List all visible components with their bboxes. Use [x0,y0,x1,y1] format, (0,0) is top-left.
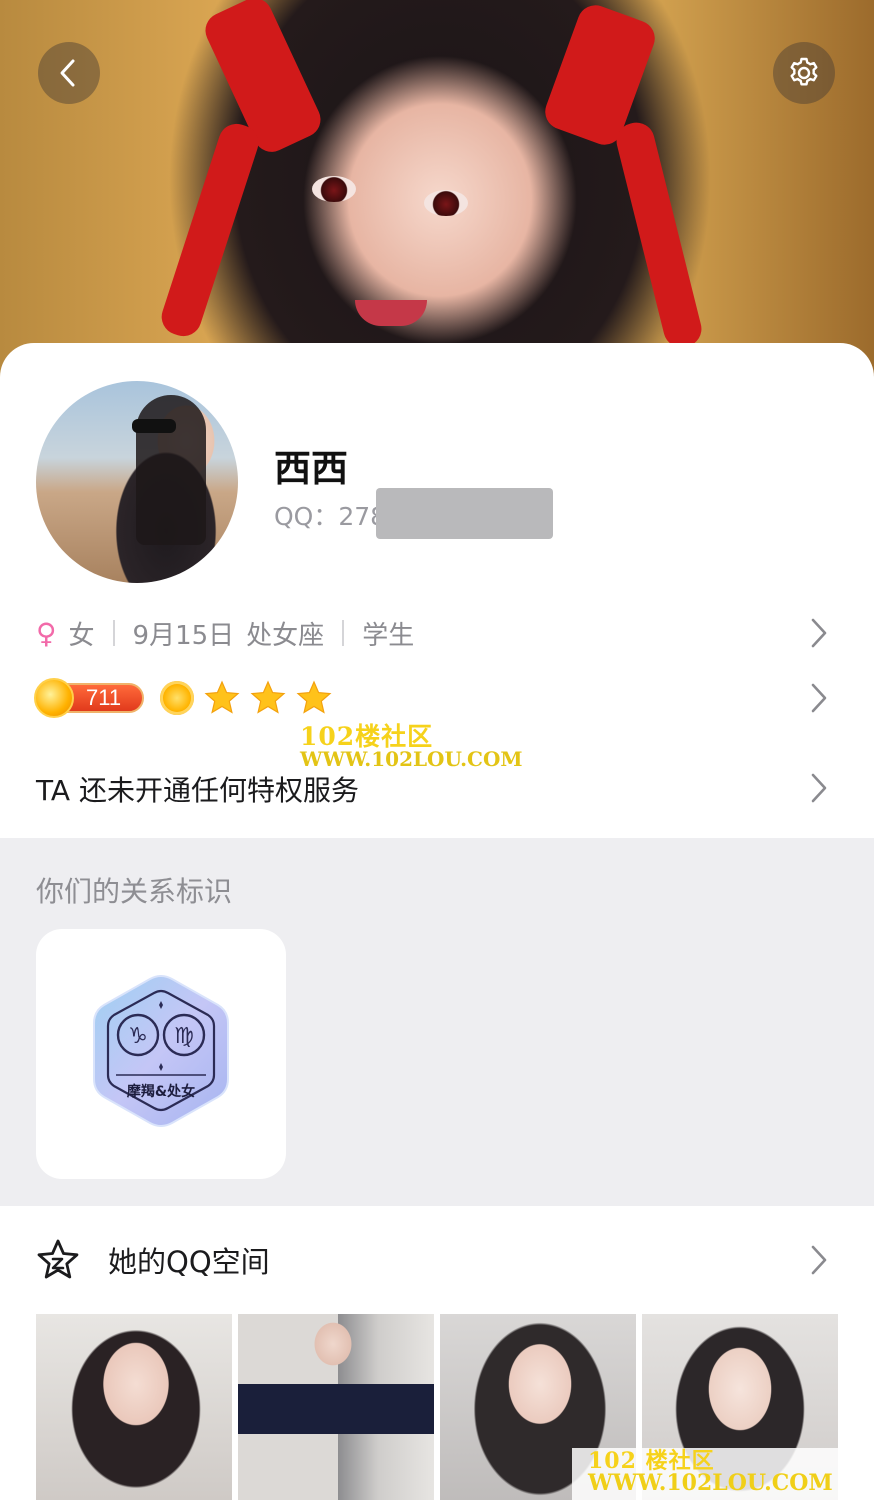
qzone-photo[interactable] [36,1314,232,1500]
watermark-bottom: 102 楼社区 WWW.102LOU.COM [572,1448,874,1500]
ribbon-left [199,0,327,158]
profile-card: 西西 QQ：278 ♀ 女 9月15日 处女座 学生 711 102楼社区 WW… [0,343,874,838]
relationship-title: 你们的关系标识 [36,875,233,908]
watermark-line1: 102楼社区 [300,722,434,751]
avatar[interactable] [36,381,238,583]
occupation-text: 学生 [362,620,415,651]
star-icon [250,680,286,714]
relationship-badge-card[interactable]: ♑ ♍ 摩羯&处女 [36,929,286,1179]
zodiac-text: 处女座 [246,620,325,651]
chevron-right-icon[interactable] [808,1243,830,1277]
cover-eye-left [312,176,356,202]
qq-level-row[interactable]: 711 [34,678,332,718]
watermark-bottom-line2: WWW.102LOU.COM [588,1470,833,1496]
watermark: 102楼社区 WWW.102LOU.COM [300,724,523,769]
chevron-left-icon [60,59,75,87]
zodiac-badge-icon: ♑ ♍ 摩羯&处女 [93,975,229,1127]
qzone-star-icon [37,1239,79,1279]
star-icon [296,680,332,714]
settings-button[interactable] [773,42,835,104]
birthday-text: 9月15日 [132,620,235,651]
gender-text: 女 [68,620,95,651]
qzone-photo[interactable] [238,1314,434,1500]
qq-number: QQ：278 [274,502,387,531]
avatar-sunglasses [132,419,176,433]
ribbon-right-tail [612,118,706,352]
watermark-bottom-line1: 102 楼社区 [588,1448,715,1474]
chevron-right-icon[interactable] [808,771,830,805]
avatar-hair [136,395,206,545]
svg-text:♑: ♑ [128,1024,148,1049]
coin-icon [34,678,74,718]
sun-icon [160,681,194,715]
cover-eye-right [424,190,468,216]
star-icon [204,680,240,714]
qzone-entry[interactable]: 她的QQ空间 [36,1236,270,1284]
profile-name: 西西 [274,447,348,490]
watermark-line2: WWW.102LOU.COM [300,747,523,771]
svg-text:♍: ♍ [174,1024,194,1049]
divider [342,620,345,646]
zodiac-badge-label: 摩羯&处女 [127,1083,195,1100]
qzone-title: 她的QQ空间 [108,1245,270,1279]
chevron-right-icon[interactable] [808,616,830,650]
chevron-right-icon[interactable] [808,681,830,715]
cover-photo [0,0,874,380]
level-badge: 711 [34,678,144,718]
back-button[interactable] [38,42,100,104]
female-icon: ♀ [36,616,57,650]
divider [112,620,115,646]
gear-icon [790,57,818,86]
privilege-text[interactable]: TA 还未开通任何特权服务 [36,769,359,809]
cover-lips [355,300,427,326]
basic-info-row[interactable]: ♀ 女 9月15日 处女座 学生 [36,613,836,653]
level-number: 711 [86,685,122,710]
ribbon-left-tail [156,119,264,341]
qq-number-redaction [376,488,553,539]
